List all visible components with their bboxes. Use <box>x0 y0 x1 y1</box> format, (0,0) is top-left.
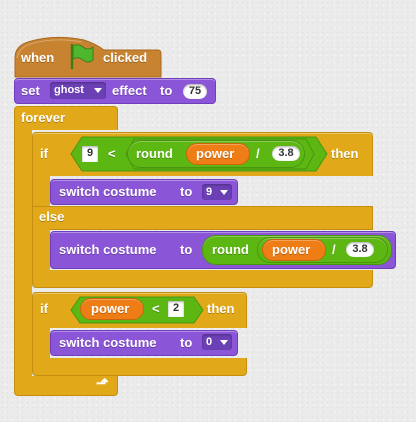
when-label: when <box>21 50 55 65</box>
effect-value-input[interactable]: 75 <box>183 84 207 99</box>
chevron-down-icon <box>220 190 228 195</box>
divide-symbol: / <box>256 146 260 161</box>
to-label: to <box>180 335 193 350</box>
less-than-symbol: < <box>152 301 160 316</box>
divisor-input[interactable]: 3.8 <box>346 242 374 257</box>
costume-dropdown[interactable]: 9 <box>202 184 232 200</box>
if-arm <box>32 327 50 359</box>
costume-dropdown[interactable]: 0 <box>202 334 232 350</box>
green-flag-icon <box>70 43 94 70</box>
if-else-bottom <box>32 270 373 288</box>
to-label: to <box>160 83 173 98</box>
else-section <box>32 206 373 230</box>
if-label: if <box>40 301 48 316</box>
to-label: to <box>180 242 193 257</box>
effect-dropdown[interactable]: ghost <box>50 82 106 99</box>
power-variable-label: power <box>272 242 311 257</box>
chevron-down-icon <box>220 340 228 345</box>
loop-arrow-icon: ⬏ <box>96 375 109 392</box>
round-label: round <box>136 146 173 161</box>
switch-costume-label: switch costume <box>59 242 157 257</box>
if-else-arm-top <box>32 175 50 207</box>
if-label: if <box>40 146 48 161</box>
compare-left-input[interactable]: 9 <box>82 146 98 162</box>
effect-label: effect <box>112 83 147 98</box>
to-label: to <box>180 184 193 199</box>
clicked-label: clicked <box>103 50 148 65</box>
if-bottom <box>32 358 247 376</box>
then-label: then <box>331 146 359 161</box>
effect-dropdown-value: ghost <box>54 84 84 96</box>
forever-label: forever <box>21 110 66 125</box>
forever-arm <box>14 129 32 377</box>
else-label: else <box>39 209 65 224</box>
switch-costume-label: switch costume <box>59 335 157 350</box>
round-label: round <box>212 242 249 257</box>
power-variable-label: power <box>196 146 235 161</box>
costume-dropdown-value: 9 <box>206 186 213 198</box>
if-else-arm-bottom <box>32 229 50 271</box>
switch-costume-label: switch costume <box>59 184 157 199</box>
compare-right-input[interactable]: 2 <box>168 301 184 317</box>
chevron-down-icon <box>94 88 102 93</box>
less-than-symbol: < <box>108 146 116 161</box>
divide-symbol: / <box>332 242 336 257</box>
set-label: set <box>21 83 40 98</box>
power-variable-label: power <box>91 301 130 316</box>
then-label: then <box>207 301 235 316</box>
divisor-input[interactable]: 3.8 <box>272 146 300 161</box>
costume-dropdown-value: 0 <box>206 336 213 348</box>
